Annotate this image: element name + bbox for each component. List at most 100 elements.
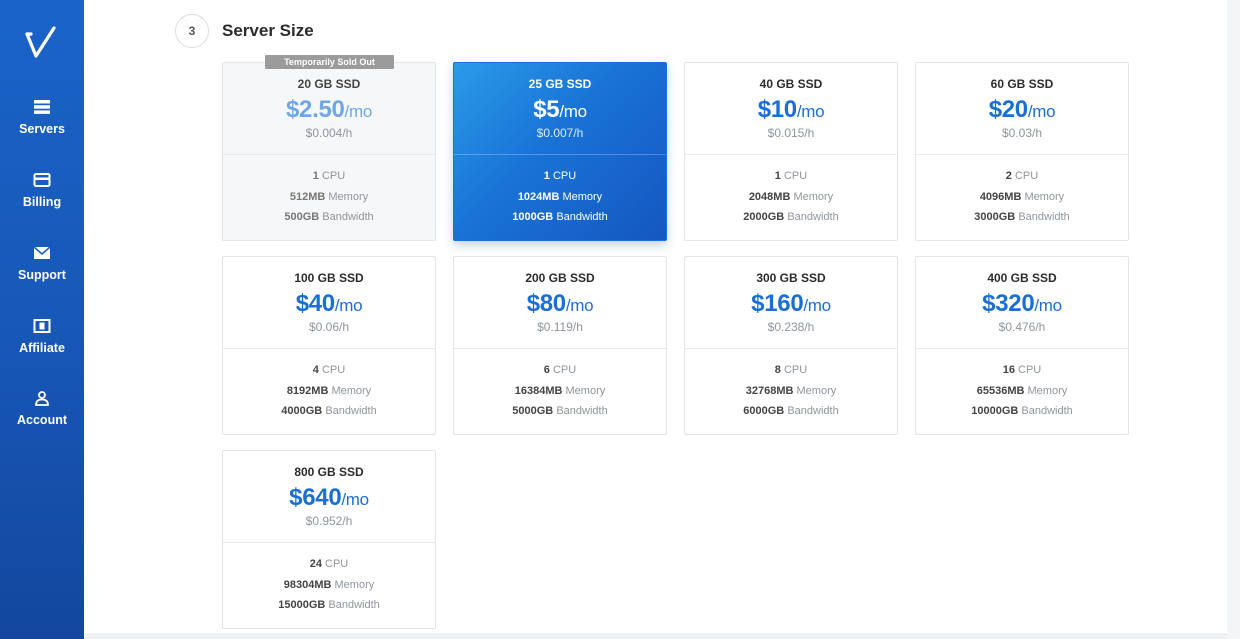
plan-hourly-price: $0.06/h (308, 320, 350, 334)
plan-spec-cpu: 8 CPU (685, 364, 897, 376)
plan-price-amount: $320 (982, 290, 1035, 317)
plan-price-period: /mo (803, 296, 831, 315)
plan-spec-value: 8192MB (286, 385, 329, 397)
sidebar-item-label: Affiliate (19, 341, 65, 355)
plan-spec-bandwidth: 6000GB Bandwidth (685, 405, 897, 417)
plan-spec-cpu: 2 CPU (916, 170, 1128, 182)
plan-spec-bandwidth: 500GB Bandwidth (223, 211, 435, 223)
scrollbar-track[interactable] (1227, 0, 1240, 639)
plan-card[interactable]: Temporarily Sold Out 20 GB SSD $2.50/mo $0.… (222, 55, 436, 241)
plan-spec-label: Bandwidth (322, 211, 374, 223)
plan-spec-value: 6 (543, 364, 550, 376)
plan-price-amount: $160 (751, 290, 804, 317)
plan-spec-value: 512MB (289, 191, 326, 203)
plan-price: $40/mo (223, 290, 435, 318)
sidebar-item-label: Support (18, 268, 66, 282)
plan-card[interactable]: 200 GB SSD $80/mo $0.119/h 6 CPU 16384MB Mem… (453, 256, 667, 435)
servers-icon (34, 100, 50, 114)
plan-spec-cpu: 1 CPU (685, 170, 897, 182)
plan-spec-value: 4096MB (979, 191, 1022, 203)
plan-spec-cpu: 16 CPU (916, 364, 1128, 376)
plan-spec-label: Memory (796, 385, 837, 397)
plan-spec-label: Memory (565, 385, 606, 397)
plan-spec-bandwidth: 4000GB Bandwidth (223, 405, 435, 417)
plan-card[interactable]: 300 GB SSD $160/mo $0.238/h 8 CPU 32768MB Me… (684, 256, 898, 435)
plan-spec-value: 1 (774, 170, 781, 182)
sidebar-item-label: Servers (19, 122, 65, 136)
sidebar-item-support[interactable]: Support (0, 245, 84, 309)
plan-hourly-price: $0.119/h (537, 320, 583, 334)
plan-spec-value: 1000GB (512, 211, 554, 223)
plan-spec-label: CPU (321, 170, 346, 182)
plan-hourly-price: $0.476/h (998, 320, 1046, 334)
plan-spec-label: CPU (321, 364, 346, 376)
plan-spec-bandwidth: 2000GB Bandwidth (685, 211, 897, 223)
plan-spec-value: 6000GB (743, 405, 785, 417)
plan-card[interactable]: 25 GB SSD $5/mo $0.007/h 1 CPU 1024MB Memory… (453, 62, 667, 241)
plan-spec-label: Bandwidth (787, 211, 839, 223)
sidebar-item-affiliate[interactable]: Affiliate (0, 318, 84, 382)
plan-price-amount: $640 (289, 484, 342, 511)
plan-spec-bandwidth: 10000GB Bandwidth (916, 405, 1128, 417)
plan-card[interactable]: 100 GB SSD $40/mo $0.06/h 4 CPU 8192MB Memor… (222, 256, 436, 435)
plan-spec-label: Bandwidth (328, 599, 380, 611)
plan-price: $320/mo (916, 290, 1128, 318)
plan-spec-label: CPU (552, 364, 577, 376)
plan-spec-label: Memory (1027, 385, 1068, 397)
plan-spec-value: 8 (774, 364, 781, 376)
plan-price-amount: $10 (757, 96, 797, 123)
plan-spec-value: 65536MB (976, 385, 1025, 397)
plan-price-period: /mo (1027, 102, 1056, 121)
plan-card[interactable]: 60 GB SSD $20/mo $0.03/h 2 CPU 4096MB Memory… (915, 62, 1129, 241)
dollar-bill-icon (33, 319, 51, 333)
plan-price: $160/mo (685, 290, 897, 318)
plan-spec-memory: 16384MB Memory (454, 385, 666, 397)
plan-card[interactable]: 400 GB SSD $320/mo $0.476/h 16 CPU 65536MB M… (915, 256, 1129, 435)
sidebar-item-label: Account (17, 413, 67, 427)
plan-spec-label: Memory (793, 191, 834, 203)
plan-spec-cpu: 4 CPU (223, 364, 435, 376)
plan-spec-cpu: 24 CPU (223, 558, 435, 570)
plan-storage: 100 GB SSD (294, 271, 364, 285)
sidebar-item-servers[interactable]: Servers (0, 99, 84, 163)
logo-icon[interactable] (25, 26, 57, 60)
plan-spec-value: 2048MB (748, 191, 791, 203)
plan-price-period: /mo (796, 102, 825, 121)
plan-price-amount: $2.50 (285, 96, 345, 123)
plan-spec-cpu: 6 CPU (454, 364, 666, 376)
plan-spec-value: 5000GB (512, 405, 554, 417)
plan-spec-memory: 512MB Memory (223, 191, 435, 203)
envelope-icon (33, 246, 51, 259)
plan-spec-label: Bandwidth (556, 405, 608, 417)
plan-price-amount: $20 (988, 96, 1028, 123)
plan-spec-value: 4 (312, 364, 319, 376)
plan-spec-memory: 2048MB Memory (685, 191, 897, 203)
plan-price: $80/mo (454, 290, 666, 318)
sidebar-item-account[interactable]: Account (0, 390, 84, 454)
plan-spec-value: 2 (1005, 170, 1012, 182)
plan-price-period: /mo (565, 296, 594, 315)
plan-spec-value: 2000GB (743, 211, 785, 223)
plan-card[interactable]: 40 GB SSD $10/mo $0.015/h 1 CPU 2048MB Memor… (684, 62, 898, 241)
plan-hourly-price: $0.007/h (536, 126, 584, 140)
plan-spec-label: CPU (1014, 170, 1039, 182)
plan-storage: 25 GB SSD (528, 77, 592, 91)
step-number: 3 (175, 14, 209, 48)
plan-spec-value: 10000GB (971, 405, 1019, 417)
plan-spec-label: Memory (562, 191, 603, 203)
section-title: Server Size (222, 21, 314, 40)
plan-card[interactable]: 800 GB SSD $640/mo $0.952/h 24 CPU 98304MB M… (222, 450, 436, 629)
plan-spec-value: 16 (1002, 364, 1015, 376)
plan-spec-cpu: 1 CPU (454, 170, 666, 182)
plan-spec-value: 1 (312, 170, 319, 182)
plan-price-period: /mo (341, 490, 369, 509)
plan-spec-memory: 32768MB Memory (685, 385, 897, 397)
plan-storage: 200 GB SSD (525, 271, 595, 285)
sidebar-item-billing[interactable]: Billing (0, 172, 84, 236)
plan-spec-label: Bandwidth (556, 211, 608, 223)
plan-spec-value: 32768MB (745, 385, 794, 397)
plan-storage: 20 GB SSD (297, 77, 361, 91)
plan-price-amount: $80 (526, 290, 566, 317)
plan-spec-label: CPU (783, 170, 808, 182)
plan-spec-value: 1 (543, 170, 550, 182)
